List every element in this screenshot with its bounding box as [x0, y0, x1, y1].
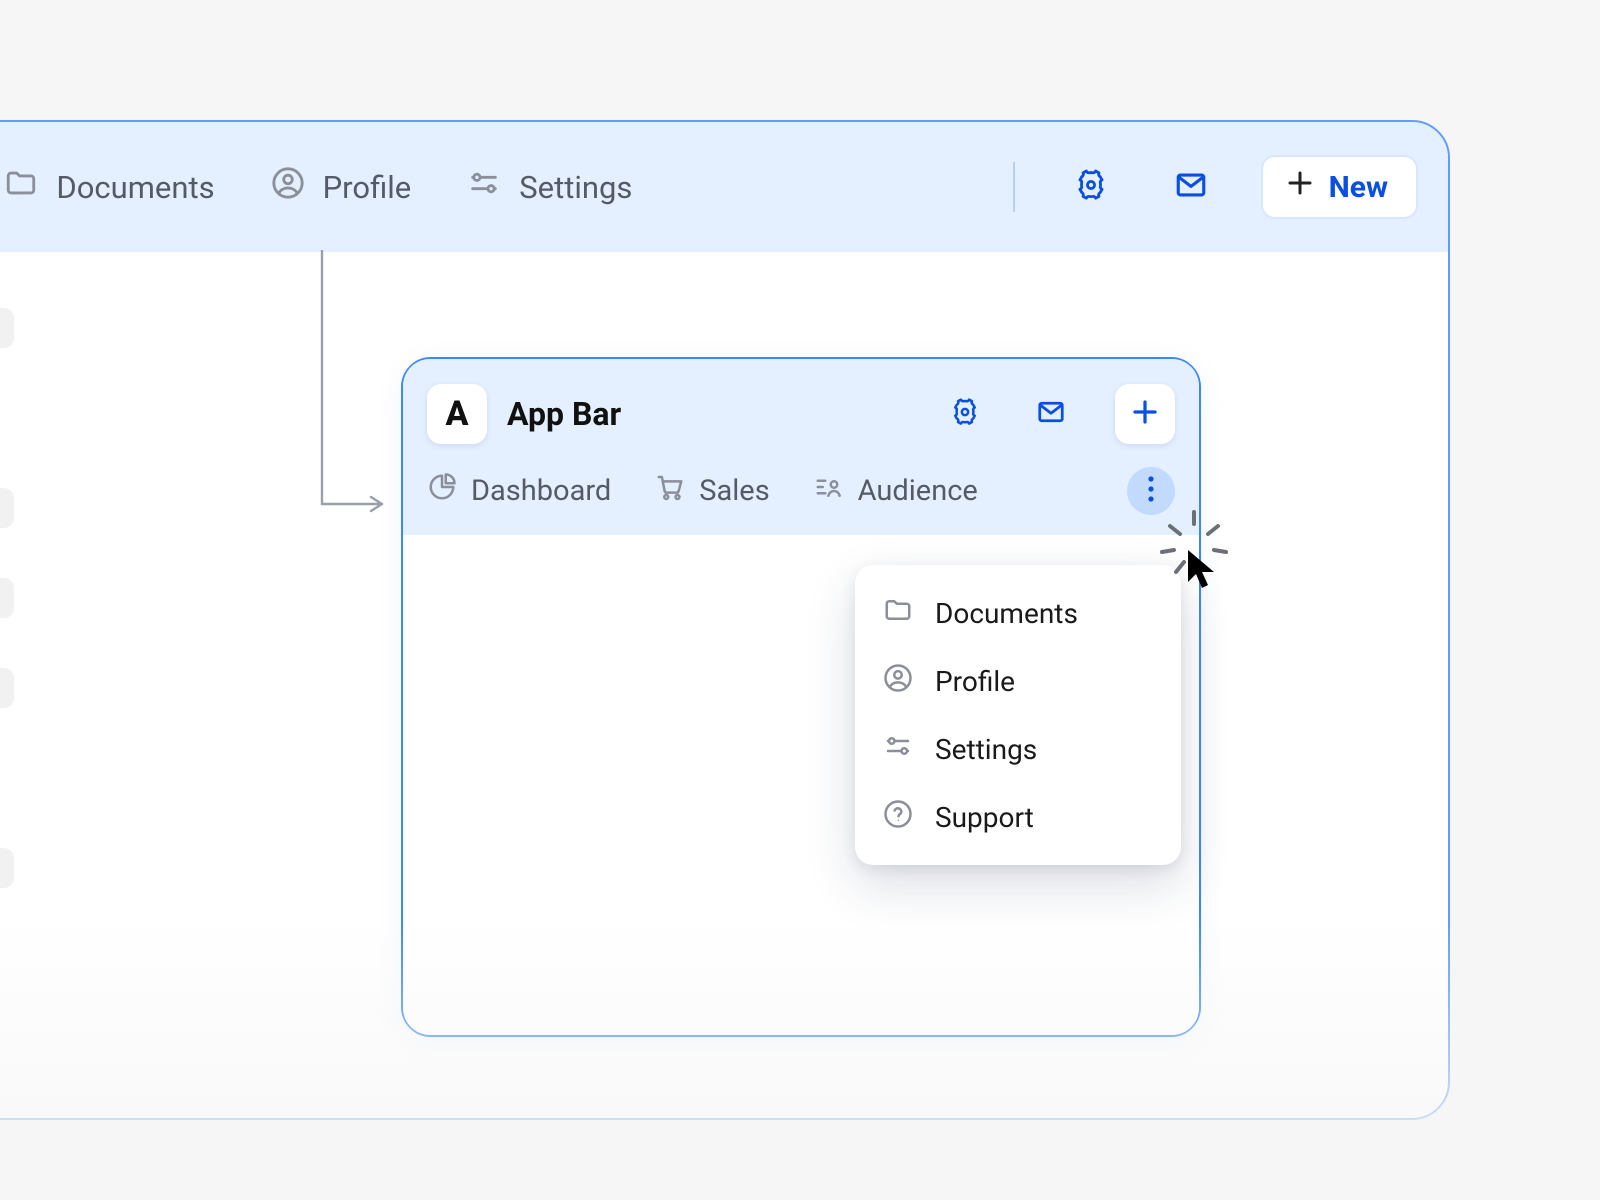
mail-icon — [1036, 397, 1066, 431]
tab-audience[interactable]: Audience — [814, 472, 978, 510]
tab-label: Audience — [858, 474, 978, 508]
placeholder-line — [0, 488, 14, 528]
pie-chart-icon — [427, 472, 457, 510]
dropdown-label: Support — [935, 801, 1034, 834]
sliders-icon — [467, 166, 501, 208]
gear-icon — [950, 397, 980, 431]
nav-label: Settings — [519, 169, 632, 206]
tab-label: Sales — [699, 474, 769, 508]
more-menu-button[interactable] — [1127, 467, 1175, 515]
new-button-label: New — [1329, 170, 1388, 205]
app-logo[interactable]: A — [427, 384, 487, 444]
plus-icon — [1130, 397, 1160, 431]
nav-label: Profile — [323, 169, 412, 206]
dropdown-item-settings[interactable]: Settings — [855, 715, 1181, 783]
overflow-dropdown: Documents Profile Settings Support — [855, 565, 1181, 865]
add-button[interactable] — [1115, 384, 1175, 444]
mail-icon — [1174, 168, 1208, 206]
nav-item-profile[interactable]: Profile — [271, 166, 412, 208]
placeholder-line — [0, 308, 14, 348]
user-circle-icon — [271, 166, 305, 208]
app-title: App Bar — [507, 395, 901, 433]
folder-icon — [4, 166, 38, 208]
mail-button[interactable] — [1167, 163, 1215, 211]
dropdown-label: Profile — [935, 665, 1015, 698]
settings-gear-button[interactable] — [1067, 163, 1115, 211]
dropdown-label: Documents — [935, 597, 1078, 630]
app-logo-letter: A — [446, 394, 469, 434]
folder-icon — [883, 595, 913, 632]
dropdown-item-support[interactable]: Support — [855, 783, 1181, 851]
plus-icon — [1285, 168, 1315, 206]
gear-icon — [1074, 168, 1108, 206]
large-appbar: Audience Documents Profile Settings — [0, 122, 1448, 252]
dropdown-item-documents[interactable]: Documents — [855, 579, 1181, 647]
dropdown-item-profile[interactable]: Profile — [855, 647, 1181, 715]
placeholder-line — [0, 668, 14, 708]
small-appbar: A App Bar — [403, 359, 1199, 535]
more-vertical-icon — [1148, 476, 1154, 506]
nav-label: Documents — [56, 169, 214, 206]
connector-arrow — [312, 250, 412, 534]
tab-sales[interactable]: Sales — [655, 472, 769, 510]
placeholder-line — [0, 848, 14, 888]
tab-label: Dashboard — [471, 474, 611, 508]
audience-icon — [814, 472, 844, 510]
user-circle-icon — [883, 663, 913, 700]
mail-button[interactable] — [1029, 392, 1073, 436]
new-button[interactable]: New — [1261, 155, 1418, 219]
dropdown-label: Settings — [935, 733, 1037, 766]
placeholder-line — [0, 578, 14, 618]
cart-icon — [655, 472, 685, 510]
divider — [1013, 162, 1015, 212]
nav-item-documents[interactable]: Documents — [4, 166, 214, 208]
help-circle-icon — [883, 799, 913, 836]
nav-item-settings[interactable]: Settings — [467, 166, 632, 208]
large-nav: Audience Documents Profile Settings — [0, 166, 1003, 208]
sliders-icon — [883, 731, 913, 768]
fade-overlay-right — [1540, 0, 1600, 1200]
settings-gear-button[interactable] — [943, 392, 987, 436]
tab-dashboard[interactable]: Dashboard — [427, 472, 611, 510]
